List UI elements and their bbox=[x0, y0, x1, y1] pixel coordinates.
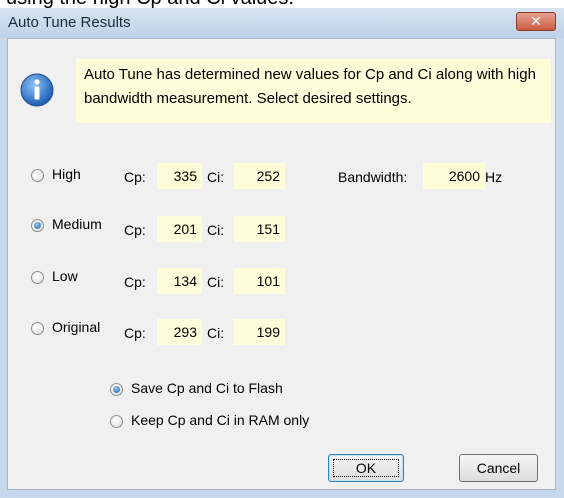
radio-label-medium[interactable]: Medium bbox=[52, 216, 102, 232]
cp-value-original: 293 bbox=[157, 319, 202, 345]
radio-high[interactable] bbox=[31, 169, 44, 182]
info-icon bbox=[20, 73, 54, 107]
cancel-button[interactable]: Cancel bbox=[459, 454, 538, 482]
ci-label: Ci: bbox=[207, 169, 225, 185]
radio-original[interactable] bbox=[31, 322, 44, 335]
cp-label: Cp: bbox=[124, 169, 146, 185]
ci-label: Ci: bbox=[207, 222, 225, 238]
ci-value-low: 101 bbox=[234, 268, 285, 294]
cp-label: Cp: bbox=[124, 222, 146, 238]
radio-label-high[interactable]: High bbox=[52, 166, 81, 182]
close-icon: ✕ bbox=[530, 13, 542, 29]
radio-medium[interactable] bbox=[31, 219, 44, 232]
cp-value-low: 134 bbox=[157, 268, 202, 294]
window-title: Auto Tune Results bbox=[8, 14, 131, 31]
message-panel: Auto Tune has determined new values for … bbox=[76, 59, 551, 123]
ci-label: Ci: bbox=[207, 325, 225, 341]
ci-label: Ci: bbox=[207, 274, 225, 290]
radio-keep-ram[interactable] bbox=[110, 415, 123, 428]
radio-label-original[interactable]: Original bbox=[52, 319, 100, 335]
cancel-button-label: Cancel bbox=[476, 460, 521, 476]
radio-label-save-flash[interactable]: Save Cp and Ci to Flash bbox=[131, 380, 283, 396]
ci-value-medium: 151 bbox=[234, 216, 285, 242]
background-text-fragment: using the high Cp and Ci values. bbox=[0, 0, 564, 8]
cp-value-medium: 201 bbox=[157, 216, 202, 242]
radio-label-keep-ram[interactable]: Keep Cp and Ci in RAM only bbox=[131, 412, 309, 428]
cp-label: Cp: bbox=[124, 325, 146, 341]
ok-button[interactable]: OK bbox=[328, 454, 404, 482]
radio-save-flash[interactable] bbox=[110, 383, 123, 396]
ci-value-original: 199 bbox=[234, 319, 285, 345]
radio-low[interactable] bbox=[31, 271, 44, 284]
ci-value-high: 252 bbox=[234, 163, 285, 189]
radio-label-low[interactable]: Low bbox=[52, 268, 78, 284]
focus-rectangle bbox=[333, 459, 399, 477]
title-bar[interactable]: Auto Tune Results ✕ bbox=[0, 8, 564, 38]
bandwidth-unit: Hz bbox=[485, 169, 503, 185]
message-text: Auto Tune has determined new values for … bbox=[84, 66, 536, 107]
bandwidth-value: 2600 bbox=[423, 163, 485, 189]
cp-label: Cp: bbox=[124, 274, 146, 290]
auto-tune-dialog: Auto Tune Results ✕ Auto Tune has determ… bbox=[0, 8, 564, 498]
bandwidth-label: Bandwidth: bbox=[338, 169, 408, 185]
close-button[interactable]: ✕ bbox=[516, 12, 556, 31]
cp-value-high: 335 bbox=[157, 163, 202, 189]
background-text: using the high Cp and Ci values. bbox=[6, 0, 294, 8]
dialog-body: Auto Tune has determined new values for … bbox=[7, 38, 556, 490]
